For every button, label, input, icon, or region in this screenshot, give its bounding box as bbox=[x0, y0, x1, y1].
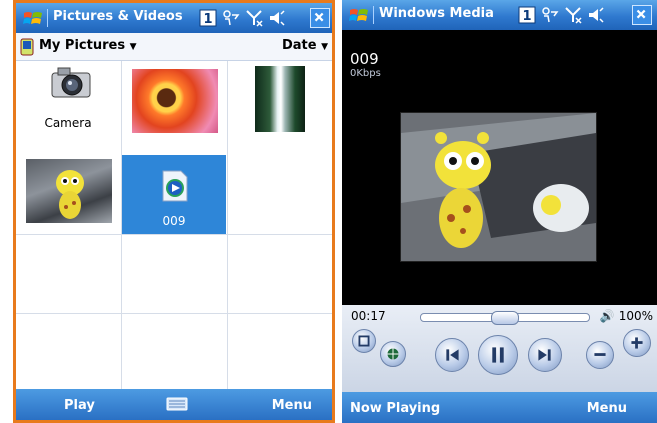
close-button[interactable] bbox=[310, 8, 330, 28]
next-button[interactable] bbox=[528, 338, 562, 372]
softkey-bar: Now Playing Menu bbox=[342, 392, 657, 423]
volume-level: 100% bbox=[618, 309, 653, 323]
folder-sort-bar: My Pictures ▼ Date ▼ bbox=[16, 33, 332, 61]
volume-up-button[interactable] bbox=[623, 329, 651, 357]
windows-start-icon[interactable] bbox=[23, 10, 43, 26]
title-separator bbox=[47, 9, 48, 27]
svg-text:1: 1 bbox=[203, 12, 212, 27]
track-title: 009 bbox=[350, 50, 379, 68]
elapsed-time: 00:17 bbox=[351, 309, 386, 323]
pause-icon bbox=[492, 347, 504, 363]
windows-media-screen: Windows Media 1 009 0Kbps 00:17 🔊 100% N… bbox=[342, 0, 657, 423]
video-frame bbox=[400, 112, 597, 262]
connectivity-icon[interactable] bbox=[222, 9, 240, 27]
volume-down-button[interactable] bbox=[586, 341, 614, 369]
video-scene bbox=[401, 113, 596, 261]
multitask-icon[interactable]: 1 bbox=[199, 9, 217, 27]
grid-item-label: 009 bbox=[162, 214, 186, 228]
softkey-bar: Play Menu bbox=[16, 389, 332, 420]
globe-icon bbox=[387, 348, 399, 360]
close-button[interactable] bbox=[632, 5, 652, 25]
grid-divider bbox=[16, 313, 332, 314]
app-title: Pictures & Videos bbox=[53, 9, 183, 24]
app-title: Windows Media bbox=[379, 6, 494, 21]
plus-icon bbox=[631, 337, 643, 349]
grid-item-photo[interactable] bbox=[122, 61, 227, 154]
keyboard-icon[interactable] bbox=[166, 396, 188, 412]
signal-icon[interactable] bbox=[245, 9, 263, 27]
grid-item-video[interactable]: 009 bbox=[122, 155, 226, 234]
fullscreen-button[interactable] bbox=[352, 329, 376, 353]
menu-softkey[interactable]: Menu bbox=[272, 398, 312, 413]
fullscreen-icon bbox=[358, 335, 370, 347]
pictures-videos-screen: Pictures & Videos 1 My Pictures ▼ Date ▼… bbox=[13, 0, 335, 423]
signal-icon[interactable] bbox=[564, 6, 582, 24]
toy-giraffe-icon bbox=[56, 170, 84, 219]
seek-thumb[interactable] bbox=[491, 311, 519, 325]
playback-controls: 00:17 🔊 100% bbox=[342, 305, 657, 393]
connectivity-icon[interactable] bbox=[541, 6, 559, 24]
next-icon bbox=[538, 349, 551, 361]
flower-thumbnail bbox=[132, 69, 218, 133]
media-file-icon bbox=[162, 170, 188, 202]
title-bar: Windows Media 1 bbox=[342, 0, 657, 30]
play-softkey[interactable]: Play bbox=[64, 398, 95, 413]
volume-icon[interactable] bbox=[587, 6, 605, 24]
chevron-down-icon: ▼ bbox=[321, 42, 328, 52]
previous-icon bbox=[446, 349, 459, 361]
grid-item-camera[interactable]: Camera bbox=[16, 61, 121, 154]
web-button[interactable] bbox=[380, 341, 406, 367]
camera-icon bbox=[51, 67, 91, 98]
svg-text:1: 1 bbox=[522, 9, 531, 24]
sort-dropdown[interactable]: Date ▼ bbox=[282, 38, 328, 53]
pause-button[interactable] bbox=[478, 335, 518, 375]
giraffe-thumbnail bbox=[26, 159, 112, 223]
previous-button[interactable] bbox=[435, 338, 469, 372]
volume-icon[interactable] bbox=[268, 9, 286, 27]
bitrate-label: 0Kbps bbox=[350, 68, 381, 79]
now-playing-softkey[interactable]: Now Playing bbox=[350, 401, 440, 416]
waterfall-thumbnail bbox=[255, 66, 305, 132]
sort-label: Date bbox=[281, 38, 317, 53]
grid-item-photo[interactable] bbox=[228, 61, 332, 154]
menu-softkey[interactable]: Menu bbox=[587, 401, 627, 416]
close-icon bbox=[636, 9, 646, 19]
multitask-icon[interactable]: 1 bbox=[518, 6, 536, 24]
close-icon bbox=[314, 12, 324, 22]
thumbnail-grid: Camera 009 bbox=[16, 61, 332, 392]
title-separator bbox=[373, 6, 374, 24]
video-area[interactable]: 009 0Kbps bbox=[342, 30, 657, 308]
folder-dropdown[interactable]: My Pictures ▼ bbox=[39, 38, 137, 53]
folder-name: My Pictures bbox=[39, 38, 126, 53]
windows-start-icon[interactable] bbox=[349, 7, 369, 23]
volume-readout: 🔊 100% bbox=[600, 309, 653, 323]
device-folder-icon bbox=[20, 38, 34, 56]
title-bar: Pictures & Videos 1 bbox=[16, 3, 332, 33]
chevron-down-icon: ▼ bbox=[129, 42, 137, 52]
speaker-icon: 🔊 bbox=[599, 309, 615, 323]
grid-divider bbox=[16, 234, 332, 235]
grid-item-photo[interactable] bbox=[16, 155, 121, 234]
grid-item-label: Camera bbox=[44, 116, 92, 130]
minus-icon bbox=[594, 353, 606, 356]
seek-bar[interactable] bbox=[420, 311, 590, 325]
